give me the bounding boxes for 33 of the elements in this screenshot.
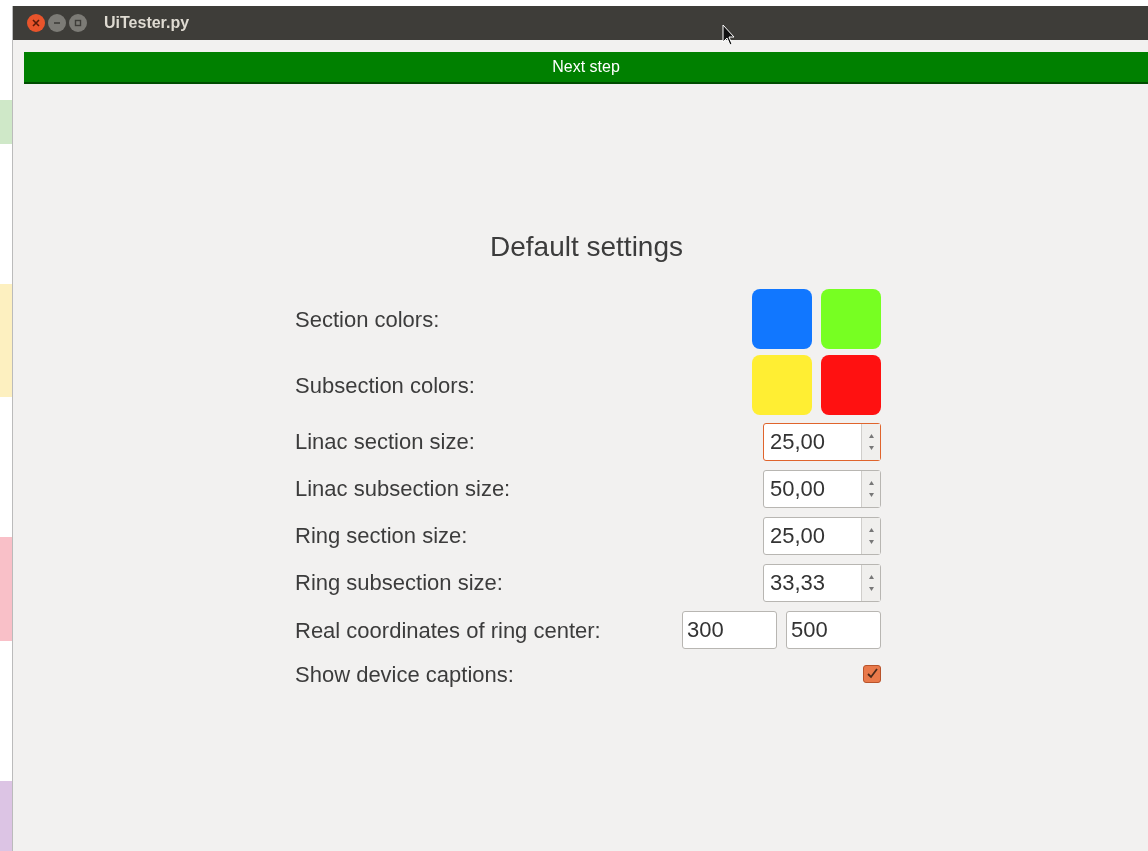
field-label: Show device captions: xyxy=(295,660,514,689)
heading: Default settings xyxy=(490,230,683,264)
coordinate-field[interactable]: 300 xyxy=(682,611,777,649)
field-label: Linac subsection size: xyxy=(295,475,511,503)
minimize-icon xyxy=(53,19,61,27)
maximize-button[interactable] xyxy=(69,14,87,32)
coordinate-field[interactable]: 500 xyxy=(786,611,881,649)
cursor-icon xyxy=(722,24,735,46)
spin-box[interactable]: 25,00 xyxy=(763,516,881,555)
spin-arrows[interactable] xyxy=(861,517,880,554)
spin-box[interactable]: 25,00 xyxy=(763,422,881,461)
color-swatch[interactable] xyxy=(821,355,881,415)
field-label: Linac section size: xyxy=(295,428,475,456)
close-button[interactable] xyxy=(27,14,45,32)
spin-box[interactable]: 33,33 xyxy=(763,563,881,602)
checkbox[interactable] xyxy=(863,665,881,683)
color-swatch[interactable] xyxy=(821,289,881,349)
spin-arrows[interactable] xyxy=(861,423,880,460)
maximize-icon xyxy=(74,19,82,27)
color-swatch[interactable] xyxy=(752,355,812,415)
field-label: Section colors: xyxy=(295,305,440,334)
color-swatch[interactable] xyxy=(752,289,812,349)
field-label: Real coordinates of ring center: xyxy=(295,616,601,645)
spin-arrows[interactable] xyxy=(861,470,880,507)
spin-box[interactable]: 50,00 xyxy=(763,469,881,508)
close-icon xyxy=(32,19,40,27)
field-label: Ring section size: xyxy=(295,522,468,550)
minimize-button[interactable] xyxy=(48,14,66,32)
window-title: UiTester.py xyxy=(104,13,190,33)
spin-arrows[interactable] xyxy=(861,564,880,601)
field-label: Ring subsection size: xyxy=(295,569,503,597)
field-label: Subsection colors: xyxy=(295,371,475,400)
next-step-button[interactable]: Next step xyxy=(24,52,1148,84)
